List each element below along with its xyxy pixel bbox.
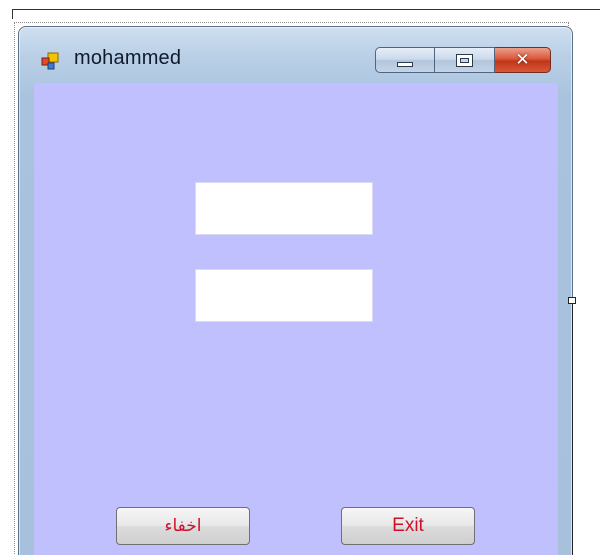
textbox-1[interactable] — [195, 182, 373, 235]
hide-button-label: اخفاء — [164, 516, 202, 536]
window-title: mohammed — [74, 47, 182, 69]
minimize-icon — [397, 62, 413, 67]
close-button[interactable]: ✕ — [495, 47, 551, 73]
form-window: mohammed ✕ اخفاء Exit — [18, 26, 573, 555]
minimize-button[interactable] — [375, 47, 435, 73]
form-client-area: اخفاء Exit — [34, 83, 558, 555]
designer-edge-top — [12, 9, 600, 10]
close-icon: ✕ — [515, 49, 530, 70]
maximize-icon — [456, 53, 473, 67]
designer-edge-right — [572, 303, 573, 555]
hide-button[interactable]: اخفاء — [116, 507, 250, 545]
winforms-app-icon — [41, 52, 59, 70]
title-bar[interactable]: mohammed ✕ — [19, 27, 572, 83]
designer-edge-left — [12, 9, 13, 19]
exit-button-label: Exit — [392, 515, 424, 536]
designer-canvas: mohammed ✕ اخفاء Exit — [0, 0, 600, 555]
maximize-button[interactable] — [435, 47, 495, 73]
exit-button[interactable]: Exit — [341, 507, 475, 545]
textbox-2[interactable] — [195, 269, 373, 322]
caption-buttons: ✕ — [375, 47, 551, 73]
